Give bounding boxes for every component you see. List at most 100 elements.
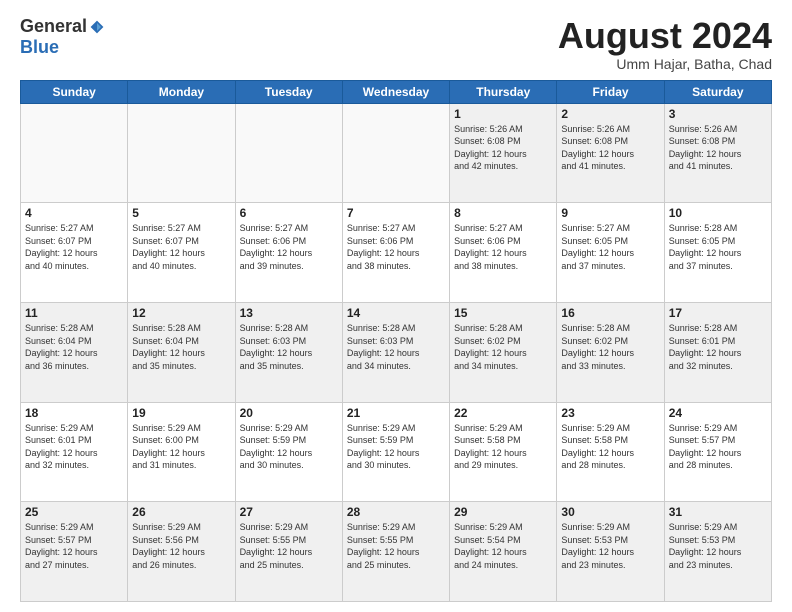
day-number: 23 bbox=[561, 406, 659, 420]
day-info: Sunrise: 5:29 AM Sunset: 5:54 PM Dayligh… bbox=[454, 521, 552, 571]
day-number: 4 bbox=[25, 206, 123, 220]
week-row-5: 25Sunrise: 5:29 AM Sunset: 5:57 PM Dayli… bbox=[21, 502, 772, 602]
day-number: 27 bbox=[240, 505, 338, 519]
calendar-cell bbox=[342, 103, 449, 203]
day-number: 29 bbox=[454, 505, 552, 519]
calendar-cell: 22 Sunrise: 5:29 AM Sunset: 5:58 PM Dayli… bbox=[450, 402, 557, 502]
calendar-cell: 10 Sunrise: 5:28 AM Sunset: 6:05 PM Dayli… bbox=[664, 203, 771, 303]
weekday-header-row: SundayMondayTuesdayWednesdayThursdayFrid… bbox=[21, 80, 772, 103]
day-info: Sunrise: 5:27 AM Sunset: 6:07 PM Dayligh… bbox=[132, 222, 230, 272]
day-info: Sunrise: 5:28 AM Sunset: 6:03 PM Dayligh… bbox=[347, 322, 445, 372]
calendar-cell: 17 Sunrise: 5:28 AM Sunset: 6:01 PM Dayli… bbox=[664, 302, 771, 402]
calendar-cell: 26 Sunrise: 5:29 AM Sunset: 5:56 PM Dayli… bbox=[128, 502, 235, 602]
calendar-cell: 31 Sunrise: 5:29 AM Sunset: 5:53 PM Dayli… bbox=[664, 502, 771, 602]
day-info: Sunrise: 5:29 AM Sunset: 5:53 PM Dayligh… bbox=[669, 521, 767, 571]
weekday-header-monday: Monday bbox=[128, 80, 235, 103]
week-row-1: 1Sunrise: 5:26 AM Sunset: 6:08 PM Daylig… bbox=[21, 103, 772, 203]
day-info: Sunrise: 5:29 AM Sunset: 5:58 PM Dayligh… bbox=[454, 422, 552, 472]
day-info: Sunrise: 5:28 AM Sunset: 6:02 PM Dayligh… bbox=[454, 322, 552, 372]
day-number: 3 bbox=[669, 107, 767, 121]
calendar-page: General Blue August 2024 Umm Hajar, Bath… bbox=[0, 0, 792, 612]
calendar-cell: 25Sunrise: 5:29 AM Sunset: 5:57 PM Dayli… bbox=[21, 502, 128, 602]
day-info: Sunrise: 5:29 AM Sunset: 5:57 PM Dayligh… bbox=[25, 521, 123, 571]
day-info: Sunrise: 5:29 AM Sunset: 5:55 PM Dayligh… bbox=[347, 521, 445, 571]
week-row-4: 18Sunrise: 5:29 AM Sunset: 6:01 PM Dayli… bbox=[21, 402, 772, 502]
day-info: Sunrise: 5:28 AM Sunset: 6:03 PM Dayligh… bbox=[240, 322, 338, 372]
day-number: 22 bbox=[454, 406, 552, 420]
day-number: 9 bbox=[561, 206, 659, 220]
calendar-cell: 6Sunrise: 5:27 AM Sunset: 6:06 PM Daylig… bbox=[235, 203, 342, 303]
calendar-cell: 7Sunrise: 5:27 AM Sunset: 6:06 PM Daylig… bbox=[342, 203, 449, 303]
day-info: Sunrise: 5:28 AM Sunset: 6:05 PM Dayligh… bbox=[669, 222, 767, 272]
calendar-cell: 2Sunrise: 5:26 AM Sunset: 6:08 PM Daylig… bbox=[557, 103, 664, 203]
location-subtitle: Umm Hajar, Batha, Chad bbox=[558, 56, 772, 72]
day-info: Sunrise: 5:29 AM Sunset: 5:58 PM Dayligh… bbox=[561, 422, 659, 472]
calendar-cell: 15 Sunrise: 5:28 AM Sunset: 6:02 PM Dayli… bbox=[450, 302, 557, 402]
day-info: Sunrise: 5:26 AM Sunset: 6:08 PM Dayligh… bbox=[669, 123, 767, 173]
calendar-cell: 29 Sunrise: 5:29 AM Sunset: 5:54 PM Dayli… bbox=[450, 502, 557, 602]
calendar-cell: 16 Sunrise: 5:28 AM Sunset: 6:02 PM Dayli… bbox=[557, 302, 664, 402]
weekday-header-saturday: Saturday bbox=[664, 80, 771, 103]
calendar-cell: 18Sunrise: 5:29 AM Sunset: 6:01 PM Dayli… bbox=[21, 402, 128, 502]
day-number: 16 bbox=[561, 306, 659, 320]
logo: General Blue bbox=[20, 16, 105, 58]
weekday-header-friday: Friday bbox=[557, 80, 664, 103]
logo-blue: Blue bbox=[20, 37, 59, 58]
logo-general: General bbox=[20, 16, 87, 37]
day-info: Sunrise: 5:29 AM Sunset: 5:55 PM Dayligh… bbox=[240, 521, 338, 571]
week-row-2: 4 Sunrise: 5:27 AM Sunset: 6:07 PM Daylig… bbox=[21, 203, 772, 303]
calendar-cell: 30Sunrise: 5:29 AM Sunset: 5:53 PM Dayli… bbox=[557, 502, 664, 602]
weekday-header-sunday: Sunday bbox=[21, 80, 128, 103]
calendar-cell: 8Sunrise: 5:27 AM Sunset: 6:06 PM Daylig… bbox=[450, 203, 557, 303]
day-info: Sunrise: 5:29 AM Sunset: 5:53 PM Dayligh… bbox=[561, 521, 659, 571]
day-number: 2 bbox=[561, 107, 659, 121]
day-number: 14 bbox=[347, 306, 445, 320]
weekday-header-thursday: Thursday bbox=[450, 80, 557, 103]
day-info: Sunrise: 5:28 AM Sunset: 6:01 PM Dayligh… bbox=[669, 322, 767, 372]
day-number: 24 bbox=[669, 406, 767, 420]
day-number: 20 bbox=[240, 406, 338, 420]
day-number: 31 bbox=[669, 505, 767, 519]
calendar-cell: 28 Sunrise: 5:29 AM Sunset: 5:55 PM Dayli… bbox=[342, 502, 449, 602]
calendar-cell: 5 Sunrise: 5:27 AM Sunset: 6:07 PM Daylig… bbox=[128, 203, 235, 303]
calendar-cell: 14 Sunrise: 5:28 AM Sunset: 6:03 PM Dayli… bbox=[342, 302, 449, 402]
day-info: Sunrise: 5:28 AM Sunset: 6:04 PM Dayligh… bbox=[132, 322, 230, 372]
calendar-cell: 27 Sunrise: 5:29 AM Sunset: 5:55 PM Dayli… bbox=[235, 502, 342, 602]
header: General Blue August 2024 Umm Hajar, Bath… bbox=[20, 16, 772, 72]
day-info: Sunrise: 5:28 AM Sunset: 6:02 PM Dayligh… bbox=[561, 322, 659, 372]
day-number: 7 bbox=[347, 206, 445, 220]
day-number: 28 bbox=[347, 505, 445, 519]
calendar-cell: 9 Sunrise: 5:27 AM Sunset: 6:05 PM Daylig… bbox=[557, 203, 664, 303]
day-number: 11 bbox=[25, 306, 123, 320]
day-info: Sunrise: 5:29 AM Sunset: 6:01 PM Dayligh… bbox=[25, 422, 123, 472]
calendar-cell: 23 Sunrise: 5:29 AM Sunset: 5:58 PM Dayli… bbox=[557, 402, 664, 502]
day-info: Sunrise: 5:29 AM Sunset: 6:00 PM Dayligh… bbox=[132, 422, 230, 472]
day-info: Sunrise: 5:27 AM Sunset: 6:06 PM Dayligh… bbox=[240, 222, 338, 272]
day-number: 15 bbox=[454, 306, 552, 320]
weekday-header-tuesday: Tuesday bbox=[235, 80, 342, 103]
day-number: 12 bbox=[132, 306, 230, 320]
day-number: 21 bbox=[347, 406, 445, 420]
day-number: 10 bbox=[669, 206, 767, 220]
day-number: 13 bbox=[240, 306, 338, 320]
calendar-cell: 24Sunrise: 5:29 AM Sunset: 5:57 PM Dayli… bbox=[664, 402, 771, 502]
weekday-header-wednesday: Wednesday bbox=[342, 80, 449, 103]
day-info: Sunrise: 5:29 AM Sunset: 5:59 PM Dayligh… bbox=[347, 422, 445, 472]
calendar-cell: 1Sunrise: 5:26 AM Sunset: 6:08 PM Daylig… bbox=[450, 103, 557, 203]
calendar-cell: 11 Sunrise: 5:28 AM Sunset: 6:04 PM Dayli… bbox=[21, 302, 128, 402]
logo-icon bbox=[89, 19, 105, 35]
calendar-cell: 13 Sunrise: 5:28 AM Sunset: 6:03 PM Dayli… bbox=[235, 302, 342, 402]
calendar-table: SundayMondayTuesdayWednesdayThursdayFrid… bbox=[20, 80, 772, 602]
day-info: Sunrise: 5:27 AM Sunset: 6:05 PM Dayligh… bbox=[561, 222, 659, 272]
day-info: Sunrise: 5:29 AM Sunset: 5:56 PM Dayligh… bbox=[132, 521, 230, 571]
day-number: 26 bbox=[132, 505, 230, 519]
calendar-cell bbox=[21, 103, 128, 203]
day-info: Sunrise: 5:28 AM Sunset: 6:04 PM Dayligh… bbox=[25, 322, 123, 372]
day-number: 8 bbox=[454, 206, 552, 220]
calendar-cell: 4Sunrise: 5:27 AM Sunset: 6:07 PM Daylig… bbox=[21, 203, 128, 303]
day-number: 5 bbox=[132, 206, 230, 220]
calendar-cell: 21 Sunrise: 5:29 AM Sunset: 5:59 PM Dayli… bbox=[342, 402, 449, 502]
calendar-cell: 3 Sunrise: 5:26 AM Sunset: 6:08 PM Daylig… bbox=[664, 103, 771, 203]
calendar-cell bbox=[128, 103, 235, 203]
day-number: 17 bbox=[669, 306, 767, 320]
